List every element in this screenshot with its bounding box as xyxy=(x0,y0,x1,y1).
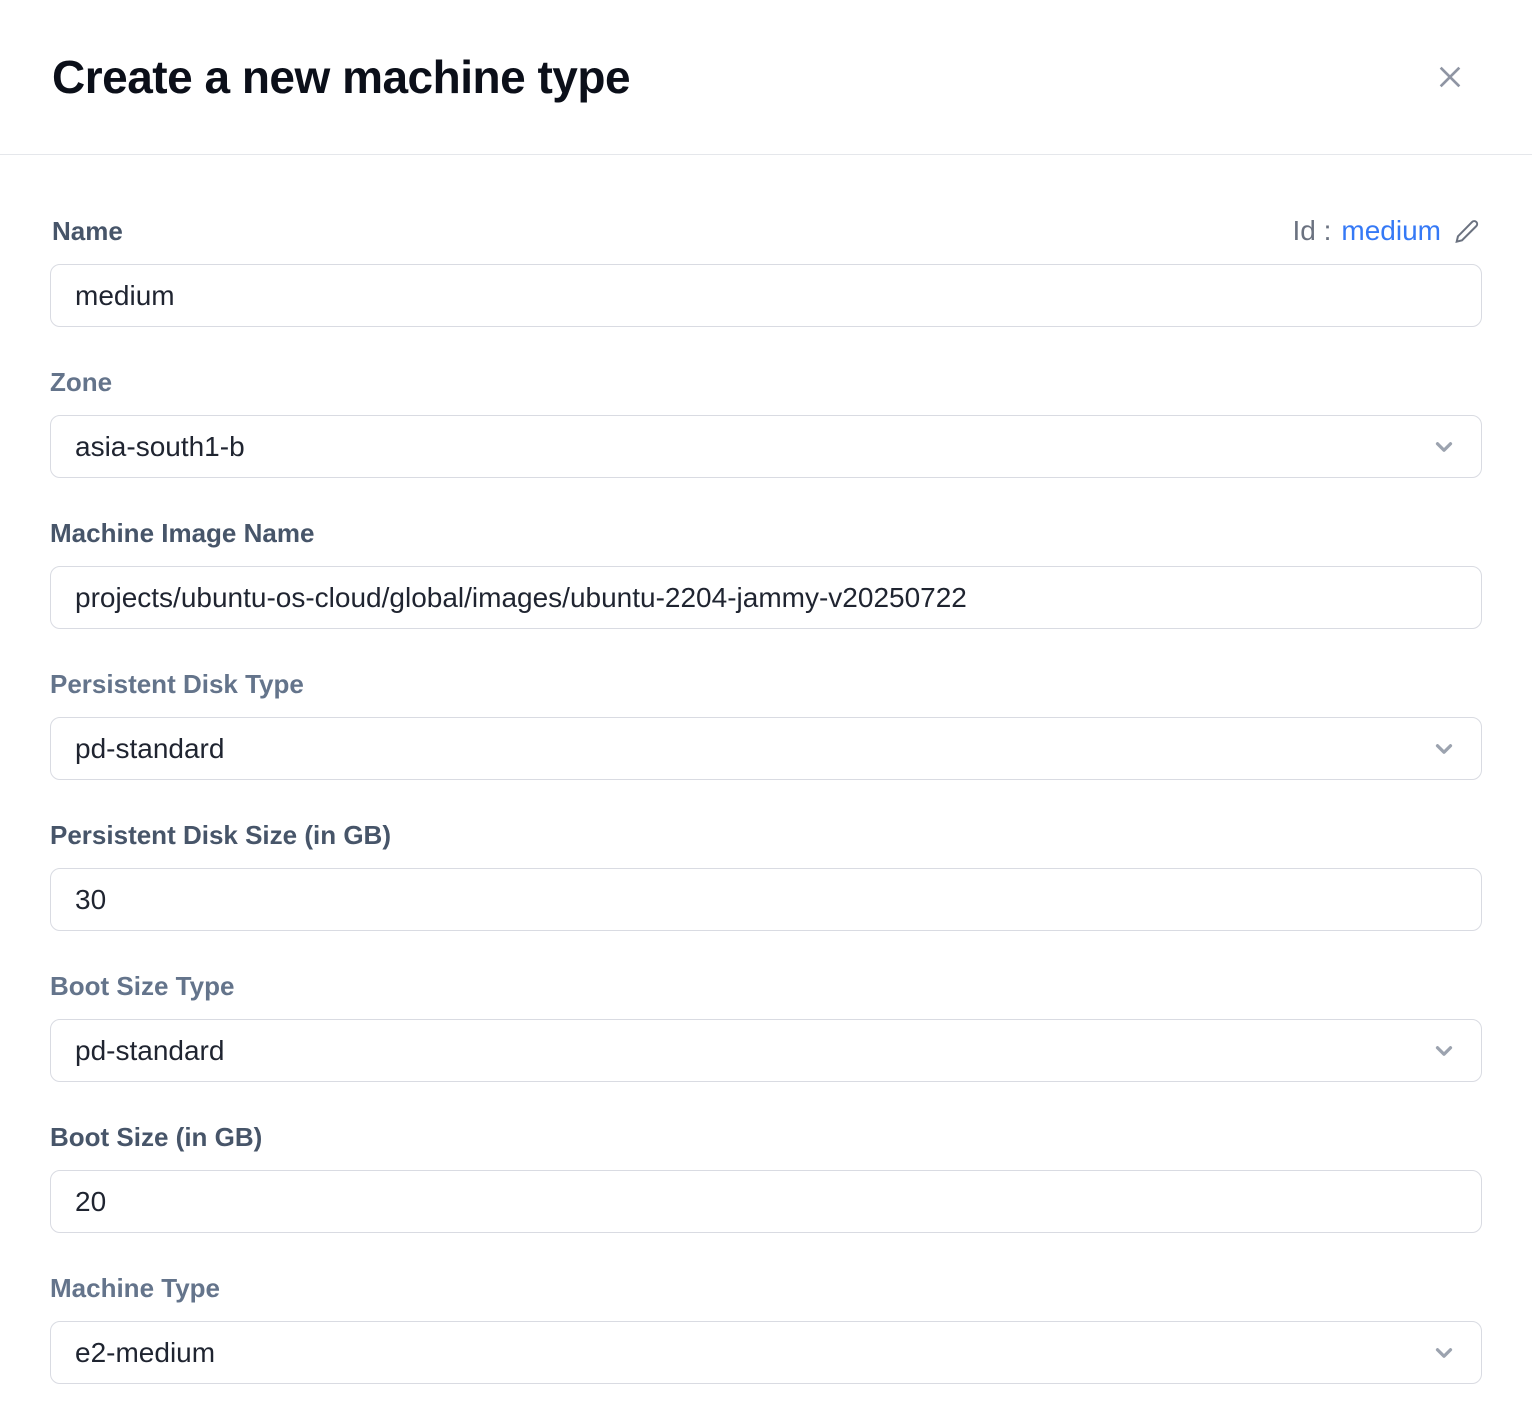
name-label: Name xyxy=(52,216,123,247)
boot-size-type-select[interactable]: pd-standard xyxy=(50,1019,1482,1082)
boot-size-type-value: pd-standard xyxy=(75,1035,224,1067)
machine-image-field-group: Machine Image Name xyxy=(50,518,1482,629)
boot-size-input[interactable] xyxy=(50,1170,1482,1233)
machine-image-name-input[interactable] xyxy=(50,566,1482,629)
persistent-disk-size-label: Persistent Disk Size (in GB) xyxy=(50,820,1482,851)
page-title: Create a new machine type xyxy=(52,50,630,104)
persistent-disk-type-value: pd-standard xyxy=(75,733,224,765)
id-value: medium xyxy=(1341,215,1441,247)
name-field-group: Name Id : medium xyxy=(50,215,1482,327)
boot-size-group: Boot Size (in GB) xyxy=(50,1122,1482,1233)
zone-label: Zone xyxy=(50,367,1482,398)
persistent-disk-size-group: Persistent Disk Size (in GB) xyxy=(50,820,1482,931)
machine-image-name-label: Machine Image Name xyxy=(50,518,1482,549)
persistent-disk-type-label: Persistent Disk Type xyxy=(50,669,1482,700)
persistent-disk-type-group: Persistent Disk Type pd-standard xyxy=(50,669,1482,780)
persistent-disk-type-select[interactable]: pd-standard xyxy=(50,717,1482,780)
chevron-down-icon xyxy=(1431,434,1457,460)
create-machine-type-modal: Create a new machine type Name Id : medi… xyxy=(0,0,1532,1412)
persistent-disk-size-input[interactable] xyxy=(50,868,1482,931)
modal-body: Name Id : medium Zone asia-south1-b xyxy=(0,215,1532,1384)
boot-size-label: Boot Size (in GB) xyxy=(50,1122,1482,1153)
machine-type-value: e2-medium xyxy=(75,1337,215,1369)
modal-header: Create a new machine type xyxy=(0,0,1532,155)
id-indicator: Id : medium xyxy=(1292,215,1480,247)
zone-select[interactable]: asia-south1-b xyxy=(50,415,1482,478)
boot-size-type-label: Boot Size Type xyxy=(50,971,1482,1002)
close-icon xyxy=(1434,61,1466,93)
edit-id-button[interactable] xyxy=(1453,218,1480,245)
id-prefix-label: Id : xyxy=(1292,215,1331,247)
name-input[interactable] xyxy=(50,264,1482,327)
zone-select-value: asia-south1-b xyxy=(75,431,245,463)
chevron-down-icon xyxy=(1431,736,1457,762)
boot-size-type-group: Boot Size Type pd-standard xyxy=(50,971,1482,1082)
chevron-down-icon xyxy=(1431,1340,1457,1366)
chevron-down-icon xyxy=(1431,1038,1457,1064)
machine-type-select[interactable]: e2-medium xyxy=(50,1321,1482,1384)
machine-type-label: Machine Type xyxy=(50,1273,1482,1304)
close-button[interactable] xyxy=(1430,57,1470,97)
pencil-edit-icon xyxy=(1453,218,1480,245)
zone-field-group: Zone asia-south1-b xyxy=(50,367,1482,478)
machine-type-group: Machine Type e2-medium xyxy=(50,1273,1482,1384)
